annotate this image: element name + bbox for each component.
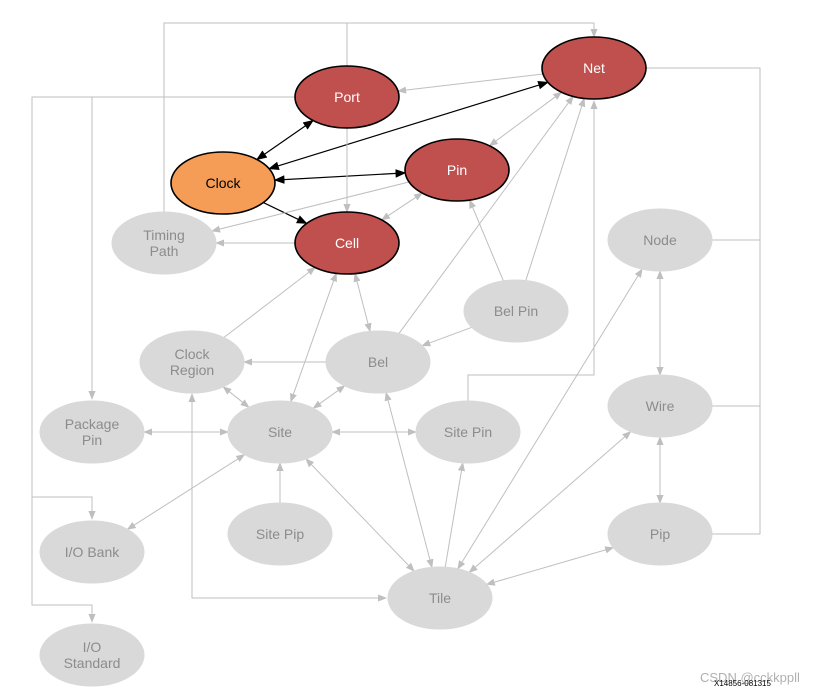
edge-site-bel [312,385,346,409]
edge-io_bank-site [126,454,246,530]
node-package-pin[interactable]: PackagePin [39,400,145,464]
edge-clock-pin [273,169,407,184]
node-label: I/O [83,639,102,655]
node-label: Bel [368,354,388,370]
node-pip[interactable]: Pip [607,502,713,566]
node-label: Pin [447,162,467,178]
node-bel-pin[interactable]: Bel Pin [463,279,569,343]
route-net-pip [646,67,761,535]
route-io-bank [32,496,96,520]
node-label: Path [150,243,179,259]
node-label: Pin [82,432,102,448]
node-port[interactable]: Port [294,65,400,129]
edge-cell-bel [353,272,372,333]
node-label: Region [170,362,214,378]
node-label: Clock [174,346,210,362]
node-io-standard[interactable]: I/OStandard [39,623,145,687]
node-label: Site Pip [256,526,304,542]
node-label: Timing [143,227,185,243]
node-label: Standard [64,655,121,671]
node-label: Node [643,232,677,248]
node-net[interactable]: Net [541,36,647,100]
node-label: Wire [646,398,675,414]
node-label: Package [65,416,120,432]
node-site-pin[interactable]: Site Pin [415,400,521,464]
edge-net-pin [488,91,563,147]
edge-bel_pin-pin [469,199,504,282]
node-label: Net [583,60,605,76]
edge-cell-site [290,272,337,403]
edge-bel_pin-net [525,97,586,281]
nodes: Port Net Clock Pin Cell TimingPath Node Bel Pin… [39,36,713,687]
object-relationship-diagram: Port Net Clock Pin Cell TimingPath Node Bel Pin… [31,22,761,687]
edge-bel_pin-bel [421,326,472,347]
node-label: Clock [205,175,241,191]
edge-clock_region-cell [223,266,316,338]
edge-tile-site_pin [444,461,465,568]
edge-clock_region-site [222,386,250,408]
node-wire[interactable]: Wire [607,374,713,438]
node-label: Cell [335,235,359,251]
node-cell[interactable]: Cell [294,211,400,275]
node-label: Site Pin [444,424,492,440]
node-clock-region[interactable]: ClockRegion [139,330,245,394]
node-site-pip[interactable]: Site Pip [227,502,333,566]
node-bel[interactable]: Bel [325,330,431,394]
edge-pin-cell [381,192,423,221]
node-label: I/O Bank [65,544,120,560]
node-tile[interactable]: Tile [387,566,493,630]
node-label: Bel Pin [494,303,538,319]
node-timing-path[interactable]: TimingPath [111,211,217,275]
node-pin[interactable]: Pin [404,138,510,202]
node-node[interactable]: Node [607,208,713,272]
node-label: Port [334,89,360,105]
node-label: Pip [650,526,670,542]
figure-id: X14856-081315 [714,679,771,688]
edge-site-tile [305,458,415,572]
node-io-bank[interactable]: I/O Bank [39,520,145,584]
edge-net-port [397,73,544,94]
edge-tile-pip [485,546,615,586]
node-label: Site [268,424,292,440]
node-label: Tile [429,590,451,606]
node-clock[interactable]: Clock [170,151,276,215]
edges [126,73,664,586]
node-site[interactable]: Site [227,400,333,464]
edge-port-clock [256,119,314,161]
